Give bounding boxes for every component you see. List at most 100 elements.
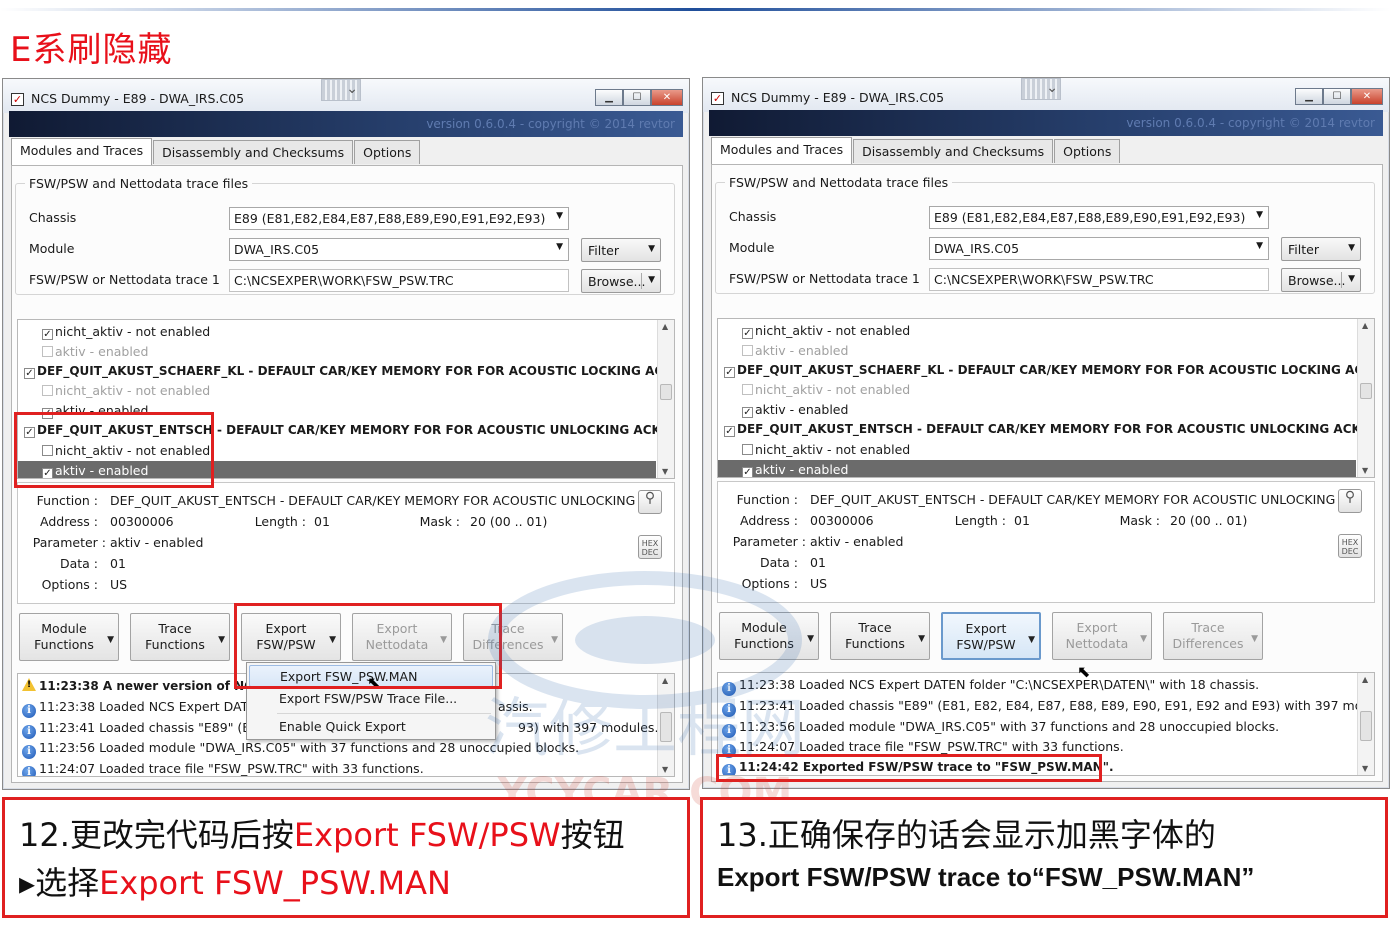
module-value: DWA_IRS.C05	[934, 241, 1020, 256]
tab-strip: Modules and Traces Disassembly and Check…	[711, 137, 1121, 164]
tree-scrollbar[interactable]: ▲ ▼	[657, 320, 674, 478]
scroll-up-icon[interactable]: ▲	[662, 676, 668, 685]
tree-row[interactable]: ✓ DEF_QUIT_AKUST_SCHAERF_KL - DEFAULT CAR…	[18, 362, 674, 382]
filter-button[interactable]: Filter ▼	[581, 238, 661, 262]
tree-checkbox[interactable]: ✓	[742, 328, 753, 339]
module-select[interactable]: DWA_IRS.C05 ▼	[929, 237, 1269, 260]
tree-checkbox[interactable]: ✓	[724, 366, 735, 378]
scroll-down-icon[interactable]: ▼	[662, 765, 668, 774]
version-banner: version 0.6.0.4 - copyright © 2014 revto…	[709, 110, 1383, 136]
export-nettodata-button[interactable]: Export Nettodata ▼	[1052, 612, 1152, 660]
log-time: 11:24:07	[739, 739, 796, 755]
tab-disassembly-and-checksums[interactable]: Disassembly and Checksums	[153, 140, 354, 164]
tree-row[interactable]: nicht_aktiv - not enabled	[18, 381, 656, 401]
tree-checkbox[interactable]: ✓	[24, 367, 35, 379]
hex-dec-toggle[interactable]: HEX DEC	[1338, 534, 1362, 558]
ribbon-collapse-handle[interactable]: ⌄	[1021, 78, 1061, 100]
scroll-down-icon[interactable]: ▼	[662, 467, 668, 476]
module-select[interactable]: DWA_IRS.C05 ▼	[229, 238, 569, 261]
data-value: 01	[110, 556, 126, 571]
browse-label: Browse...	[588, 274, 646, 289]
trace-file-input[interactable]: C:\NCSEXPER\WORK\FSW_PSW.TRC	[929, 268, 1269, 291]
scroll-up-icon[interactable]: ▲	[1362, 321, 1368, 330]
ribbon-collapse-handle[interactable]: ⌄	[321, 79, 361, 101]
maximize-button[interactable]: ☐	[623, 89, 651, 106]
tab-options[interactable]: Options	[1054, 139, 1121, 163]
tree-checkbox[interactable]	[42, 345, 53, 357]
tab-modules-and-traces[interactable]: Modules and Traces	[711, 137, 853, 164]
mask-key: Mask :	[1119, 513, 1160, 528]
log-text: Loaded chassis "E89" (E	[99, 719, 251, 735]
chassis-select[interactable]: E89 (E81,E82,E84,E87,E88,E89,E90,E91,E92…	[229, 207, 569, 230]
minimize-button[interactable]: ▁	[1295, 88, 1323, 105]
tree-row[interactable]: ✓ nicht_aktiv - not enabled	[718, 321, 1356, 341]
hex-dec-toggle[interactable]: HEX DEC	[638, 535, 662, 559]
button-label-line1: Trace	[158, 621, 192, 636]
button-label-line1: Module	[741, 620, 787, 635]
tree-checkbox[interactable]	[742, 384, 753, 396]
close-button[interactable]: ✕	[651, 89, 683, 106]
scroll-thumb[interactable]	[1360, 711, 1372, 741]
info-icon: i	[22, 703, 36, 718]
module-functions-button[interactable]: Module Functions ▼	[719, 612, 819, 660]
chassis-label: Chassis	[29, 210, 77, 225]
scroll-thumb[interactable]	[660, 712, 672, 742]
close-button[interactable]: ✕	[1351, 88, 1383, 105]
function-tree[interactable]: ✓ nicht_aktiv - not enabled aktiv - enable…	[717, 318, 1375, 478]
tree-row[interactable]: ✓ aktiv - enabled	[718, 459, 1356, 477]
export-fsw-psw-button[interactable]: Export FSW/PSW ▼	[941, 612, 1041, 660]
tree-row[interactable]: ✓ DEF_QUIT_AKUST_ENTSCH - DEFAULT CAR/KEY…	[718, 420, 1374, 440]
scroll-down-icon[interactable]: ▼	[1362, 764, 1368, 773]
log-text: Loaded module "DWA_IRS.C05" with 37 func…	[799, 718, 1280, 734]
app-checkbox-icon: ✓	[11, 93, 24, 106]
tree-row[interactable]: ✓ DEF_QUIT_AKUST_SCHAERF_KL - DEFAULT CAR…	[718, 361, 1374, 381]
log-time: 11:23:38	[739, 677, 796, 692]
scroll-down-icon[interactable]: ▼	[1362, 466, 1368, 475]
trace-functions-button[interactable]: Trace Functions ▼	[130, 613, 230, 661]
tree-checkbox[interactable]: ✓	[724, 426, 735, 437]
tree-checkbox[interactable]	[42, 385, 53, 397]
chassis-select[interactable]: E89 (E81,E82,E84,E87,E88,E89,E90,E91,E92…	[929, 206, 1269, 229]
tree-checkbox[interactable]	[742, 344, 753, 356]
tree-row[interactable]: ✓ aktiv - enabled	[718, 400, 1356, 420]
minimize-button[interactable]: ▁	[595, 89, 623, 106]
parameter-value: aktiv - enabled	[810, 534, 904, 549]
log-scrollbar[interactable]: ▲ ▼	[657, 674, 674, 776]
tree-checkbox[interactable]	[742, 443, 753, 455]
module-functions-button[interactable]: Module Functions ▼	[19, 613, 119, 661]
tree-row[interactable]: nicht_aktiv - not enabled	[718, 380, 1356, 400]
dropdown-arrow-icon: ▼	[1348, 274, 1355, 284]
tree-scrollbar[interactable]: ▲ ▼	[1357, 319, 1374, 477]
maximize-button[interactable]: ☐	[1323, 88, 1351, 105]
trace-file-input[interactable]: C:\NCSEXPER\WORK\FSW_PSW.TRC	[229, 269, 569, 292]
search-icon[interactable]: ⚲	[638, 490, 662, 514]
log-scrollbar[interactable]: ▲ ▼	[1357, 673, 1374, 775]
tree-row[interactable]: ✓ nicht_aktiv - not enabled	[18, 322, 656, 342]
scroll-thumb[interactable]	[1360, 383, 1372, 399]
scroll-up-icon[interactable]: ▲	[1362, 675, 1368, 684]
scroll-thumb[interactable]	[660, 384, 672, 400]
tree-checkbox[interactable]: ✓	[742, 407, 753, 419]
right-caption-box: 13.正确保存的话会显示加黑字体的 Export FSW/PSW trace t…	[700, 797, 1388, 918]
chevron-down-icon: ⌄	[1046, 80, 1058, 96]
tree-row[interactable]: aktiv - enabled	[718, 341, 1356, 361]
search-icon[interactable]: ⚲	[1338, 489, 1362, 513]
scroll-up-icon[interactable]: ▲	[662, 322, 668, 331]
menu-item-enable-quick-export[interactable]: Enable Quick Export	[249, 716, 493, 738]
length-value: 01	[1014, 513, 1030, 528]
browse-button[interactable]: Browse... ▼	[1281, 268, 1361, 292]
browse-button[interactable]: Browse... ▼	[581, 269, 661, 293]
tree-checkbox[interactable]: ✓	[42, 329, 53, 340]
trace-differences-button[interactable]: Trace Differences ▼	[1163, 612, 1263, 660]
tab-modules-and-traces[interactable]: Modules and Traces	[11, 138, 153, 165]
button-label-line2: Functions	[845, 636, 905, 651]
tree-row[interactable]: nicht_aktiv - not enabled	[718, 440, 1356, 460]
button-label-line1: Export	[965, 621, 1007, 636]
tree-row[interactable]: aktiv - enabled	[18, 342, 656, 362]
tab-options[interactable]: Options	[354, 140, 421, 164]
trace-functions-button[interactable]: Trace Functions ▼	[830, 612, 930, 660]
tree-checkbox[interactable]: ✓	[742, 466, 753, 477]
function-key: Function :	[736, 492, 798, 507]
tab-disassembly-and-checksums[interactable]: Disassembly and Checksums	[853, 139, 1054, 163]
filter-button[interactable]: Filter ▼	[1281, 237, 1361, 261]
